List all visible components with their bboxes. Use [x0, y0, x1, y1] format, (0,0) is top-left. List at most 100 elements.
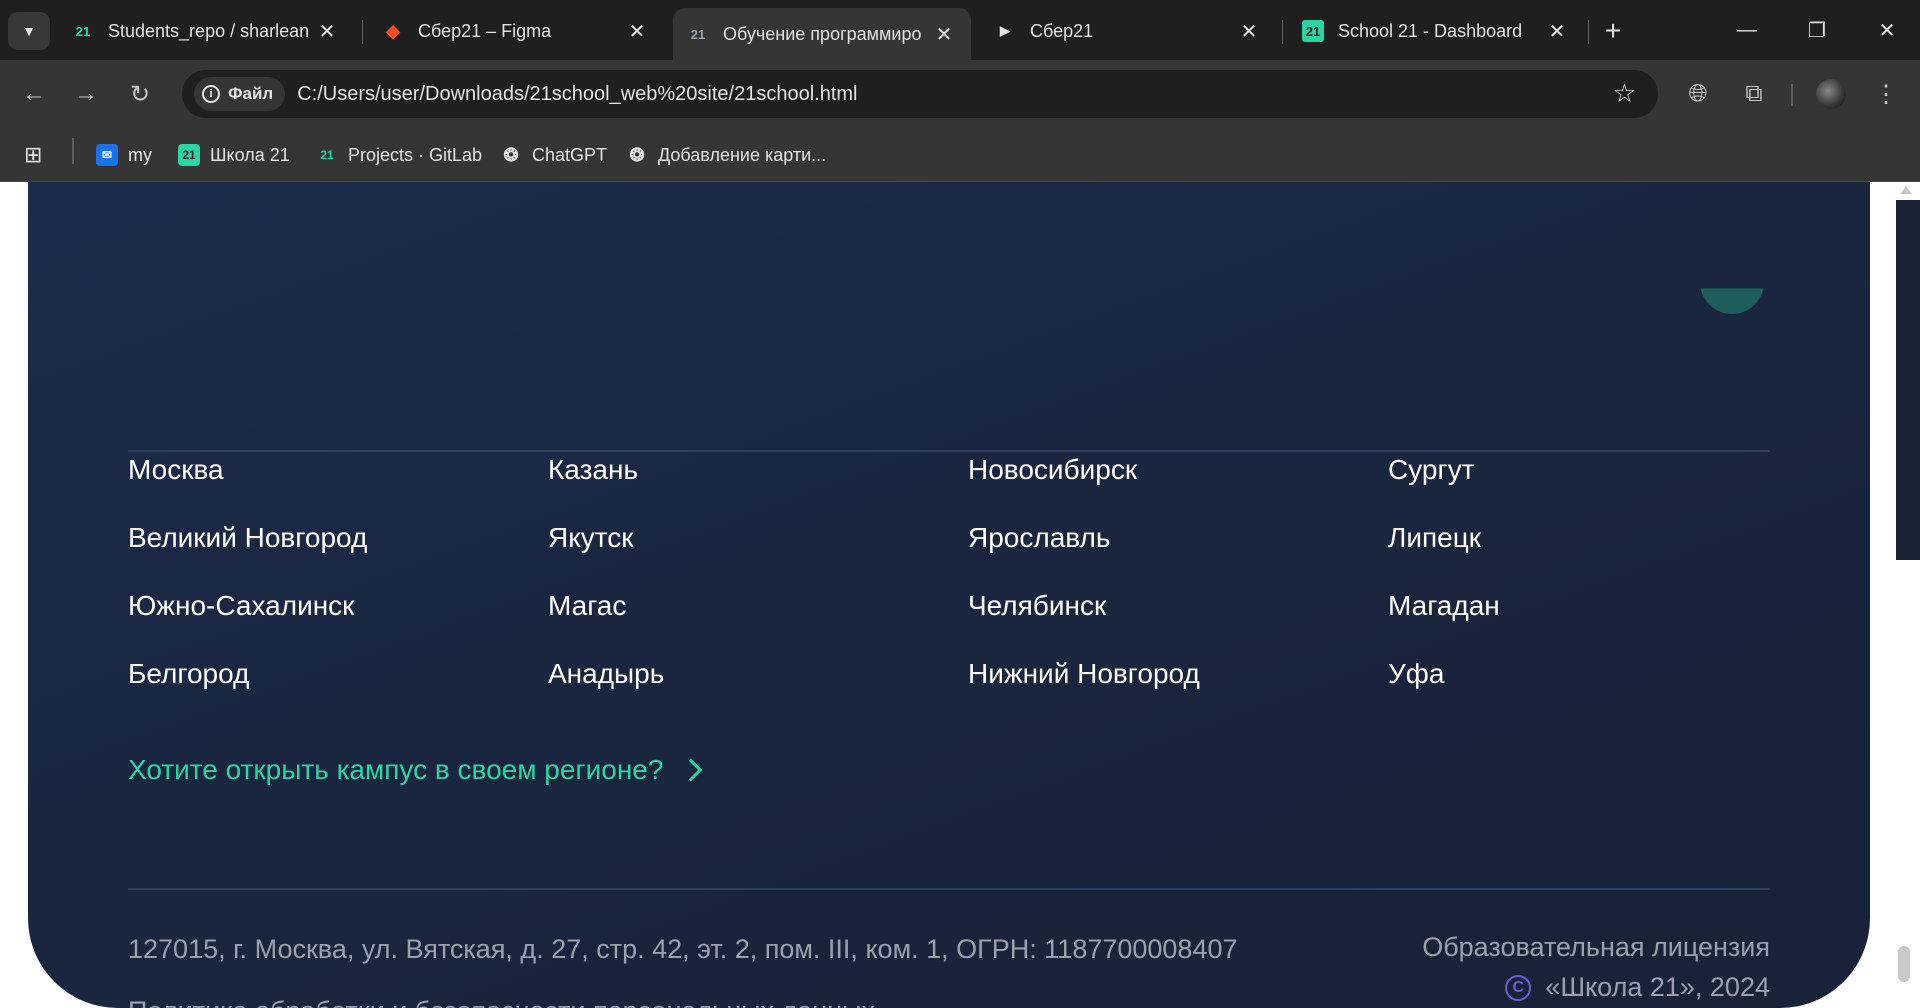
tab-school21-dashboard[interactable]: 21 School 21 - Dashboard ✕	[1288, 10, 1584, 52]
open-campus-link[interactable]: Хотите открыть кампус в своем регионе?	[128, 754, 703, 786]
scrollbar-thumb[interactable]	[1898, 946, 1910, 982]
city-link[interactable]: Уфа	[1388, 658, 1444, 690]
bookmark-label: Projects · GitLab	[348, 144, 483, 165]
figma-icon: ◆	[386, 20, 400, 41]
bookmark-school21[interactable]: 21 Школа 21	[178, 140, 290, 170]
open-campus-label: Хотите открыть кампус в своем регионе?	[128, 754, 664, 785]
menu-button[interactable]: ⋮	[1868, 76, 1904, 112]
chatgpt-icon: ❂	[629, 144, 645, 165]
minimize-button[interactable]: —	[1722, 10, 1772, 50]
tab-separator	[1282, 20, 1283, 44]
city-link[interactable]: Москва	[128, 454, 224, 486]
tab-students-repo[interactable]: 21 Students_repo / sharlean ✕	[58, 10, 354, 52]
tab-title: School 21 - Dashboard	[1338, 20, 1523, 41]
privacy-policy-link[interactable]: Политика обработки и безопасности персон…	[128, 996, 875, 1008]
puzzle-icon: ⧉	[1745, 80, 1763, 107]
extensions-button[interactable]: ⧉	[1736, 76, 1772, 112]
city-link[interactable]: Ярославль	[968, 522, 1110, 554]
tab-title: Сбер21	[1030, 20, 1094, 41]
school21-logo-icon: 21	[1302, 20, 1324, 42]
play-icon: ▶	[1000, 23, 1010, 38]
tab-sber21[interactable]: ▶ Сбер21 ✕	[980, 10, 1276, 52]
close-icon[interactable]: ✕	[314, 19, 340, 44]
reload-button[interactable]: ↻	[122, 76, 158, 112]
bookmark-gitlab[interactable]: 21 Projects · GitLab	[316, 140, 482, 170]
tab-figma[interactable]: ◆ Сбер21 – Figma ✕	[368, 10, 664, 52]
close-icon[interactable]: ✕	[1544, 19, 1570, 44]
bookmark-my[interactable]: ✉ my	[96, 140, 152, 170]
bookmarks-bar: ⊞ ✉ my 21 Школа 21 21 Projects · GitLab …	[0, 128, 1920, 182]
copyright-icon: C	[1505, 974, 1532, 1001]
address-bar[interactable]: i Файл C:/Users/user/Downloads/21school_…	[182, 70, 1658, 118]
plus-icon: +	[1604, 15, 1622, 46]
school21-logo-icon: 21	[320, 148, 334, 162]
education-license-link[interactable]: Образовательная лицензия	[1422, 932, 1770, 963]
back-button[interactable]: ←	[16, 76, 52, 112]
apps-grid-icon: ⊞	[24, 142, 43, 167]
restore-button[interactable]: ❐	[1792, 10, 1842, 50]
city-link[interactable]: Казань	[548, 454, 638, 486]
city-link[interactable]: Магас	[548, 590, 626, 622]
tab-title: Students_repo / sharlean	[108, 20, 310, 41]
tab-title: Обучение программиро	[723, 23, 922, 44]
school21-logo-icon: 21	[690, 26, 706, 42]
tab-search-button[interactable]: ▼	[8, 12, 50, 50]
scrollbar-track[interactable]	[1896, 200, 1920, 560]
city-link[interactable]: Магадан	[1388, 590, 1500, 622]
city-link[interactable]: Якутск	[548, 522, 634, 554]
close-icon[interactable]: ✕	[624, 19, 650, 44]
school21-logo-icon: 21	[75, 23, 91, 39]
site-info-chip[interactable]: i Файл	[194, 77, 286, 111]
copyright: C «Школа 21», 2024	[1505, 972, 1770, 1003]
site-info-label: Файл	[228, 84, 274, 103]
city-link[interactable]: Южно-Сахалинск	[128, 590, 354, 622]
city-link[interactable]: Великий Новгород	[128, 522, 367, 554]
partial-button-circle	[1700, 288, 1764, 314]
profile-avatar[interactable]	[1816, 79, 1846, 109]
copyright-text: «Школа 21», 2024	[1545, 972, 1770, 1002]
tab-title: Сбер21 – Figma	[418, 20, 552, 41]
city-link[interactable]: Белгород	[128, 658, 249, 690]
company-address: 127015, г. Москва, ул. Вятская, д. 27, с…	[128, 934, 1238, 964]
close-icon[interactable]: ✕	[1236, 19, 1262, 44]
new-tab-button[interactable]: +	[1596, 14, 1630, 48]
city-link[interactable]: Липецк	[1388, 522, 1481, 554]
globe-icon: 🌐︎	[1688, 80, 1708, 107]
bookmark-label: Добавление карти...	[658, 144, 827, 165]
city-link[interactable]: Новосибирск	[968, 454, 1137, 486]
city-link[interactable]: Нижний Новгород	[968, 658, 1200, 690]
scroll-up-arrow-icon[interactable]	[1900, 186, 1912, 194]
tab-active-obuchenie[interactable]: 21 Обучение программиро ✕	[673, 8, 971, 60]
footer-divider-top	[128, 450, 1770, 452]
forward-button[interactable]: →	[68, 76, 104, 112]
toolbar-separator	[1791, 84, 1793, 106]
bookmark-star-icon[interactable]: ☆	[1613, 78, 1636, 109]
bookmark-chatgpt[interactable]: ❂ ChatGPT	[500, 140, 607, 170]
bookmarks-separator	[72, 138, 74, 164]
mail-icon: ✉	[96, 144, 118, 166]
url-text[interactable]: C:/Users/user/Downloads/21school_web%20s…	[297, 83, 857, 106]
city-link[interactable]: Сургут	[1388, 454, 1475, 486]
school21-logo-icon: 21	[178, 144, 200, 166]
chevron-right-icon	[680, 758, 703, 782]
minimize-icon: —	[1737, 18, 1757, 41]
tab-separator	[1588, 20, 1589, 44]
city-link[interactable]: Анадырь	[548, 658, 664, 690]
chatgpt-icon: ❂	[503, 144, 519, 165]
arrow-left-icon: ←	[22, 80, 46, 107]
close-icon[interactable]: ✕	[931, 22, 957, 47]
city-link[interactable]: Челябинск	[968, 590, 1106, 622]
arrow-right-icon: →	[74, 80, 98, 107]
tab-bar: ▼ 21 Students_repo / sharlean ✕ ◆ Сбер21…	[0, 0, 1920, 60]
close-icon: ✕	[1878, 19, 1896, 42]
close-window-button[interactable]: ✕	[1862, 10, 1912, 50]
bookmark-label: my	[128, 144, 152, 165]
translate-button[interactable]: 🌐︎	[1680, 76, 1716, 112]
info-icon: i	[202, 85, 220, 103]
restore-icon: ❐	[1808, 19, 1826, 42]
bookmark-label: ChatGPT	[532, 144, 608, 165]
reload-icon: ↻	[129, 80, 151, 108]
bookmark-label: Школа 21	[210, 144, 290, 165]
apps-button[interactable]: ⊞	[24, 140, 42, 170]
bookmark-dobavlenie[interactable]: ❂ Добавление карти...	[626, 140, 826, 170]
